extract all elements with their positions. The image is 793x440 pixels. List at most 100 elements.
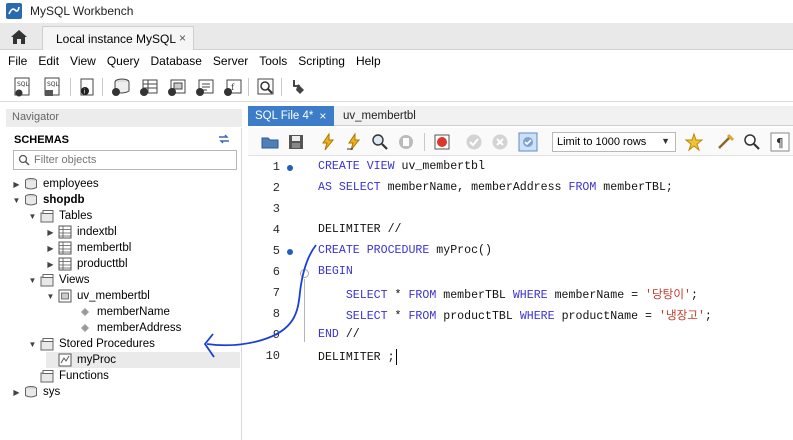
reconnect-icon[interactable]	[288, 76, 310, 98]
folder-icon	[40, 273, 54, 287]
menu-file[interactable]: File	[4, 54, 31, 68]
tree-item-uv_membertbl[interactable]: ▼ uv_membertbl	[46, 288, 150, 304]
tree-item-label: Tables	[59, 210, 93, 222]
tree-item-membername[interactable]: memberName	[66, 304, 170, 320]
collapse-arrow-icon[interactable]: ▶	[46, 228, 55, 237]
tab-uv-membertbl[interactable]: uv_membertbl	[336, 106, 426, 126]
tree-item-myproc[interactable]: myProc	[46, 352, 240, 368]
beautify-icon[interactable]	[716, 132, 736, 152]
line-number: 10	[265, 349, 280, 363]
toggle-error-icon[interactable]	[432, 132, 452, 152]
fold-toggle-icon[interactable]	[300, 269, 309, 278]
close-icon[interactable]: ×	[179, 31, 186, 45]
navigator-header: Navigator	[6, 109, 242, 127]
new-sql-tab-icon[interactable]: SQL	[12, 76, 34, 98]
tree-item-employees[interactable]: ▶ employees	[12, 176, 99, 192]
expand-arrow-icon[interactable]: ▼	[28, 212, 37, 221]
tree-item-views[interactable]: ▼ Views	[28, 272, 89, 288]
code-line[interactable]: BEGIN	[318, 265, 353, 278]
menu-edit[interactable]: Edit	[34, 54, 63, 68]
svg-text:¶: ¶	[776, 136, 784, 150]
tree-item-sys[interactable]: ▶ sys	[12, 384, 60, 400]
sql-keyword: WHERE	[519, 310, 555, 323]
code-line[interactable]: SELECT * FROM productTBL WHERE productNa…	[318, 307, 712, 323]
collapse-arrow-icon[interactable]: ▶	[46, 244, 55, 253]
create-schema-icon[interactable]	[110, 76, 132, 98]
explain-icon[interactable]	[370, 132, 390, 152]
tree-item-memberaddress[interactable]: memberAddress	[66, 320, 181, 336]
code-line[interactable]: CREATE PROCEDURE myProc()	[318, 244, 492, 257]
tree-item-functions[interactable]: Functions	[28, 368, 109, 384]
code-line[interactable]: DELIMITER //	[318, 223, 402, 236]
menu-help[interactable]: Help	[352, 54, 385, 68]
collapse-arrow-icon[interactable]: ▶	[12, 180, 21, 189]
menu-database[interactable]: Database	[147, 54, 206, 68]
collapse-arrow-icon[interactable]: ▶	[12, 388, 21, 397]
execute-icon[interactable]	[318, 132, 338, 152]
home-button[interactable]	[4, 25, 34, 48]
add-snippet-icon[interactable]	[684, 132, 704, 152]
filter-objects-input[interactable]	[34, 154, 224, 166]
tree-item-tables[interactable]: ▼ Tables	[28, 208, 92, 224]
commit-icon[interactable]	[464, 132, 484, 152]
sql-keyword: FROM	[408, 310, 437, 323]
create-table-icon[interactable]	[138, 76, 160, 98]
close-icon[interactable]: ×	[319, 109, 326, 123]
svg-text:SQL: SQL	[47, 81, 60, 88]
column-icon	[78, 305, 92, 319]
tab-sql-file-4[interactable]: SQL File 4* ×	[248, 106, 334, 126]
code-line[interactable]: END //	[318, 328, 360, 341]
collapse-arrow-icon[interactable]: ▶	[46, 260, 55, 269]
folder-icon	[40, 369, 54, 383]
create-procedure-icon[interactable]	[194, 76, 216, 98]
open-file-icon[interactable]	[260, 132, 280, 152]
expand-arrow-icon[interactable]: ▼	[28, 340, 37, 349]
mysql-workbench-logo-icon	[6, 3, 22, 19]
expand-arrow-icon[interactable]: ▼	[12, 196, 21, 205]
home-icon	[11, 29, 27, 44]
sql-text: *	[387, 310, 409, 323]
tree-item-label: producttbl	[77, 258, 128, 270]
filter-box[interactable]	[13, 150, 237, 170]
save-icon[interactable]	[286, 132, 306, 152]
svg-text:SQL: SQL	[17, 81, 30, 88]
code-line[interactable]: CREATE VIEW uv_membertbl	[318, 160, 485, 173]
code-line[interactable]: DELIMITER ;	[318, 349, 397, 365]
tree-item-stored-procedures[interactable]: ▼ Stored Procedures	[28, 336, 155, 352]
sql-string: '냉장고'	[658, 310, 705, 323]
table-icon	[58, 241, 72, 255]
toolbar-separator	[248, 78, 249, 96]
find-icon[interactable]	[742, 132, 762, 152]
connection-tab-label: Local instance MySQL	[56, 31, 177, 46]
autocommit-icon[interactable]	[518, 132, 538, 152]
sql-text: ;	[704, 310, 712, 323]
refresh-icon[interactable]	[217, 133, 231, 145]
menu-scripting[interactable]: Scripting	[294, 54, 349, 68]
search-table-data-icon[interactable]	[255, 76, 277, 98]
create-function-icon[interactable]: f	[222, 76, 244, 98]
expand-arrow-icon[interactable]: ▼	[28, 276, 37, 285]
line-number: 7	[272, 286, 280, 300]
menu-view[interactable]: View	[66, 54, 100, 68]
inspector-icon[interactable]: i	[76, 76, 98, 98]
connection-tab[interactable]: Local instance MySQL ×	[42, 26, 194, 50]
connection-tab-strip: Local instance MySQL ×	[0, 23, 793, 50]
invisible-chars-icon[interactable]: ¶	[770, 132, 790, 152]
code-line[interactable]: AS SELECT memberName, memberAddress FROM…	[318, 181, 673, 194]
expand-arrow-icon[interactable]: ▼	[46, 292, 55, 301]
menu-tools[interactable]: Tools	[255, 54, 291, 68]
stop-icon[interactable]	[396, 132, 416, 152]
tree-item-label: sys	[43, 386, 61, 398]
tree-item-shopdb[interactable]: ▼ shopdb	[12, 192, 85, 208]
code-line[interactable]: SELECT * FROM memberTBL WHERE memberName…	[318, 286, 698, 302]
menu-server[interactable]: Server	[209, 54, 252, 68]
execute-current-icon[interactable]	[344, 132, 364, 152]
tree-item-producttbl[interactable]: ▶ producttbl	[46, 256, 128, 272]
open-sql-script-icon[interactable]: SQL	[42, 76, 64, 98]
rollback-icon[interactable]	[490, 132, 510, 152]
tree-item-indextbl[interactable]: ▶ indextbl	[46, 224, 117, 240]
limit-rows-select[interactable]: Limit to 1000 rows ▼	[552, 132, 676, 152]
create-view-icon[interactable]	[166, 76, 188, 98]
tree-item-membertbl[interactable]: ▶ membertbl	[46, 240, 131, 256]
menu-query[interactable]: Query	[103, 54, 144, 68]
